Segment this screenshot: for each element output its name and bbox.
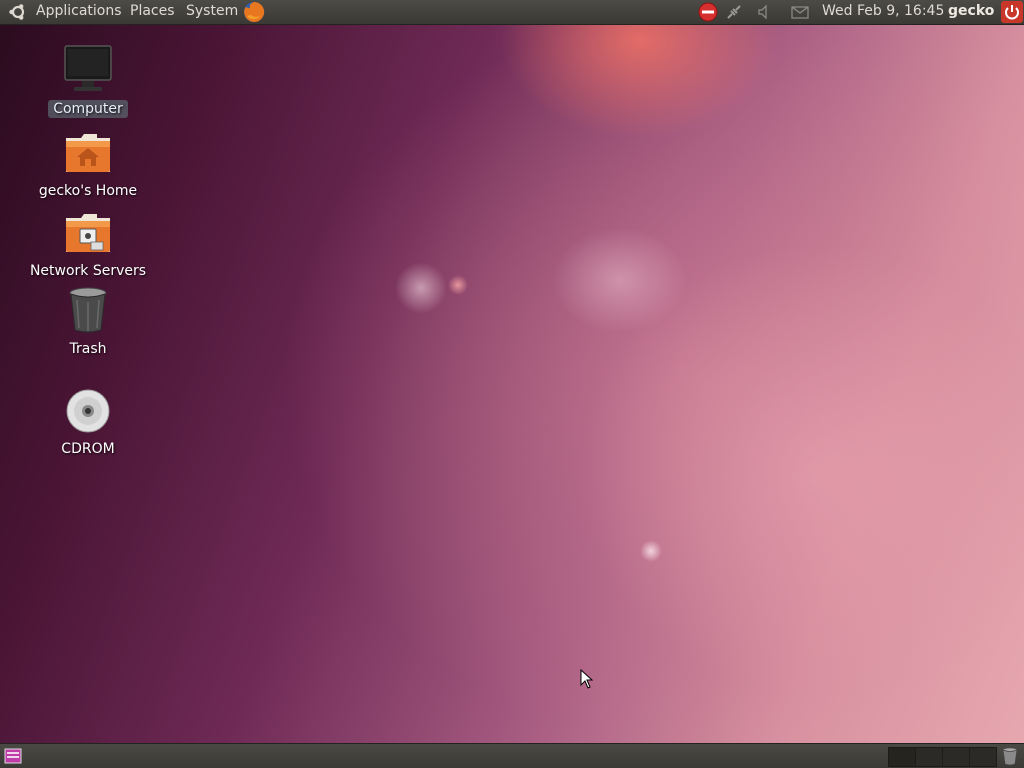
desktop-icon-label: Computer [48,100,128,118]
firefox-icon[interactable] [242,0,266,28]
desktop-icon-cdrom[interactable]: CDROM [18,388,158,458]
workspace-3[interactable] [942,747,970,767]
desktop-icon-label: CDROM [61,441,115,457]
network-disconnected-icon[interactable] [698,2,718,26]
mouse-cursor-icon [580,668,594,693]
volume-icon[interactable] [756,2,774,26]
menu-applications[interactable]: Applications [36,3,122,19]
computer-icon [18,44,158,98]
desktop-icon-computer[interactable]: Computer [18,44,158,118]
workspace-4[interactable] [969,747,997,767]
desktop-icon-network-servers[interactable]: Network Servers [18,212,158,280]
menu-system[interactable]: System [186,3,238,19]
wallpaper-bokeh [640,540,662,562]
home-folder-icon [18,132,158,180]
desktop-icon-label: Network Servers [29,263,147,279]
wallpaper-bokeh [448,275,468,295]
wallpaper-bokeh [395,262,447,314]
workspace-2[interactable] [915,747,943,767]
menu-places[interactable]: Places [130,3,175,19]
trash-applet-icon[interactable] [1001,746,1019,768]
power-icon[interactable] [1001,1,1023,27]
desktop-icon-trash[interactable]: Trash [18,286,158,358]
username[interactable]: gecko [948,3,994,19]
workspace-1[interactable] [888,747,916,767]
desktop-icon-label: Trash [69,341,107,357]
trash-icon [18,286,158,338]
ubuntu-logo-icon[interactable] [8,3,28,25]
clock[interactable]: Wed Feb 9, 16:45 [822,3,944,19]
cdrom-icon [18,388,158,438]
desktop-icon-home[interactable]: gecko's Home [18,132,158,200]
network-servers-icon [18,212,158,260]
show-desktop-icon[interactable] [4,747,22,768]
top-panel: Applications Places System Wed Feb 9, 16… [0,0,1024,25]
mail-icon[interactable] [790,2,810,26]
network-wired-icon[interactable] [724,2,744,26]
bottom-panel [0,743,1024,768]
desktop-icon-label: gecko's Home [38,183,138,199]
desktop-screen: Applications Places System Wed Feb 9, 16… [0,0,1024,768]
